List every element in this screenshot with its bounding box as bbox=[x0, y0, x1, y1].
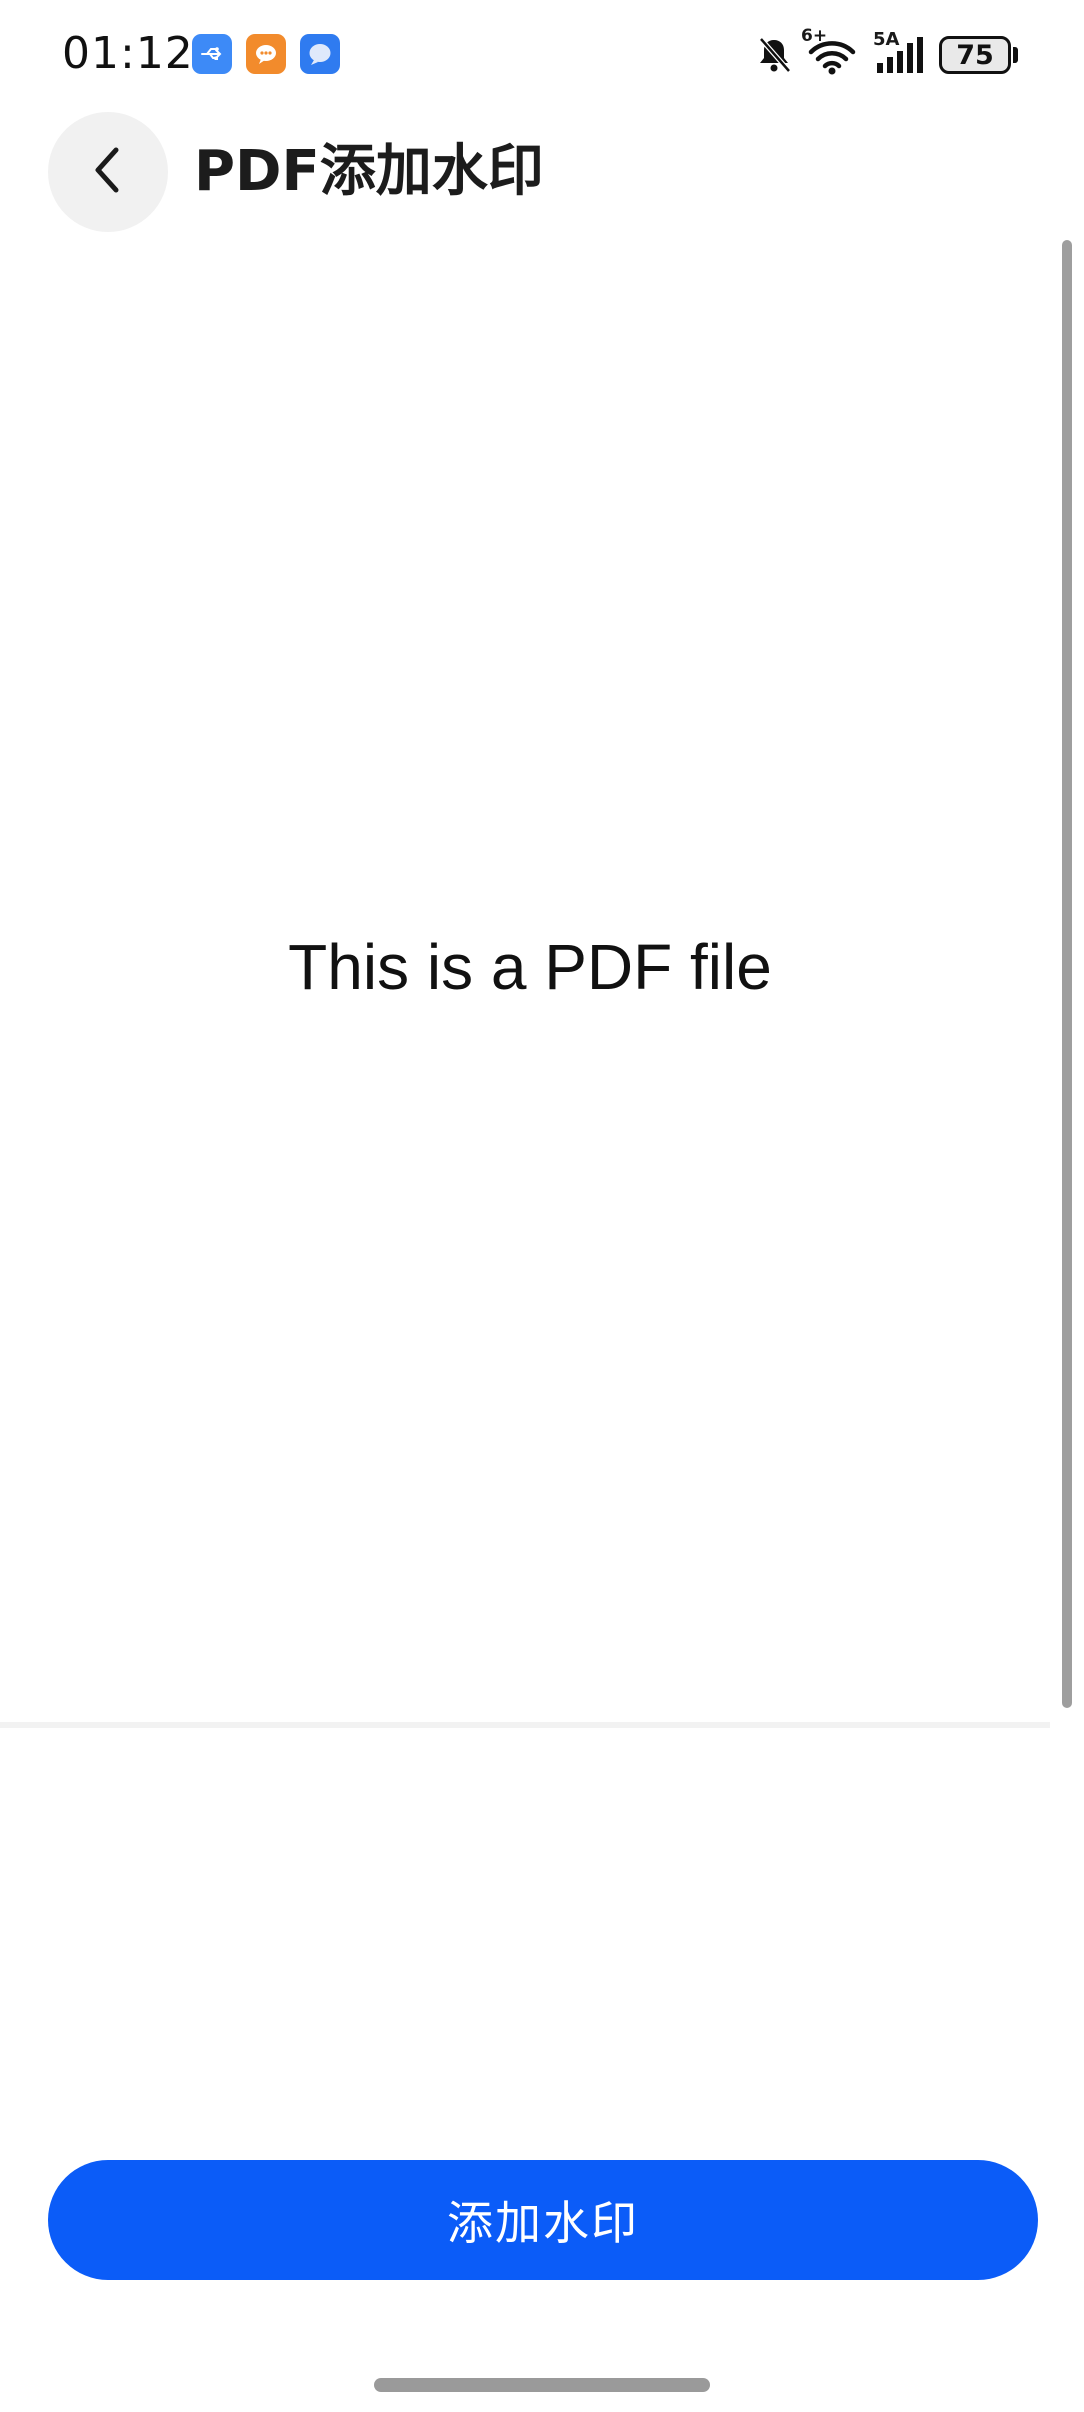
home-indicator[interactable] bbox=[374, 2378, 710, 2392]
wifi-icon: 6+ bbox=[801, 26, 859, 76]
preview-scrollbar[interactable] bbox=[1062, 240, 1072, 1708]
battery-cap bbox=[1013, 47, 1018, 63]
divider bbox=[0, 1722, 1050, 1728]
chat-app-icon bbox=[246, 34, 286, 74]
network-superscript: 6+ bbox=[801, 26, 828, 46]
chevron-left-icon bbox=[86, 142, 130, 202]
back-button[interactable] bbox=[48, 112, 168, 232]
message-app-icon bbox=[300, 34, 340, 74]
usb-icon bbox=[192, 34, 232, 74]
pdf-content-text: This is a PDF file bbox=[288, 931, 772, 1003]
pdf-preview[interactable]: This is a PDF file bbox=[0, 240, 1060, 1720]
status-bar: 01:12 6+ 5A 75 bbox=[0, 0, 1084, 110]
cellular-signal-icon: 5A bbox=[873, 29, 925, 75]
mute-bell-icon bbox=[755, 35, 793, 75]
battery-level: 75 bbox=[939, 36, 1011, 74]
battery-icon: 75 bbox=[939, 36, 1018, 74]
add-watermark-button[interactable]: 添加水印 bbox=[48, 2160, 1038, 2280]
status-indicators: 6+ 5A 75 bbox=[755, 26, 1018, 78]
network-label: 5A bbox=[873, 29, 900, 50]
page-title: PDF添加水印 bbox=[194, 139, 544, 204]
status-time: 01:12 bbox=[62, 28, 194, 79]
